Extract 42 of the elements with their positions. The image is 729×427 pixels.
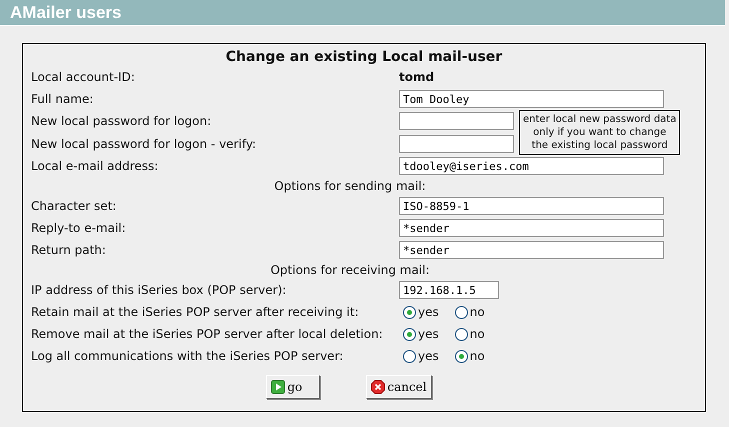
section-heading: Options for receiving mail: <box>269 262 431 279</box>
text-field[interactable]: 192.168.1.5 <box>399 281 499 299</box>
field-label: Log all communications with the iSeries POP server: <box>31 348 344 364</box>
radio-button[interactable] <box>403 328 416 340</box>
radio-option[interactable]: no <box>454 349 485 363</box>
field-label: Local account-ID: <box>31 69 135 85</box>
field-label: Character set: <box>31 198 116 214</box>
field-label: Return path: <box>31 242 106 258</box>
radio-button[interactable] <box>454 350 468 362</box>
radio-button[interactable] <box>403 350 416 362</box>
go-button[interactable]: go <box>266 375 320 399</box>
field-label: IP address of this iSeries box (POP server): <box>31 282 286 298</box>
section-heading: Options for sending mail: <box>273 178 427 195</box>
field-label: Local e-mail address: <box>31 158 158 174</box>
radio-button[interactable] <box>454 306 468 318</box>
radio-option[interactable]: no <box>454 327 485 341</box>
cancel-button[interactable]: cancel <box>366 375 432 399</box>
field-label: Reply-to e-mail: <box>31 220 126 236</box>
field-label: New local password for logon - verify: <box>31 136 256 152</box>
field-label: Full name: <box>31 91 94 107</box>
radio-button[interactable] <box>403 306 416 318</box>
password-hint: enter local new password data only if you want to change the existing local password <box>519 110 680 155</box>
field-label: Retain mail at the iSeries POP server after receiving it: <box>31 304 359 320</box>
field-label: New local password for logon: <box>31 113 212 130</box>
page-title: AMailer users <box>9 2 122 24</box>
form-title: Change an existing Local mail-user <box>224 48 504 66</box>
text-field[interactable]: *sender <box>399 219 664 237</box>
password-field[interactable] <box>399 134 514 153</box>
cancel-icon <box>371 380 386 394</box>
play-icon <box>271 380 286 394</box>
account-id: tomd <box>399 69 434 85</box>
radio-button[interactable] <box>454 328 468 340</box>
radio-option[interactable]: yes <box>403 349 439 363</box>
password-field[interactable] <box>399 112 514 130</box>
text-field[interactable]: tdooley@iseries.com <box>399 157 664 175</box>
radio-option[interactable]: no <box>454 305 485 319</box>
field-label: Remove mail at the iSeries POP server after local deletion: <box>31 326 383 342</box>
radio-option[interactable]: yes <box>403 327 439 341</box>
text-field[interactable]: ISO-8859-1 <box>399 197 664 215</box>
text-field[interactable]: *sender <box>399 241 664 259</box>
radio-option[interactable]: yes <box>403 305 439 319</box>
text-field[interactable]: Tom Dooley <box>399 90 664 108</box>
